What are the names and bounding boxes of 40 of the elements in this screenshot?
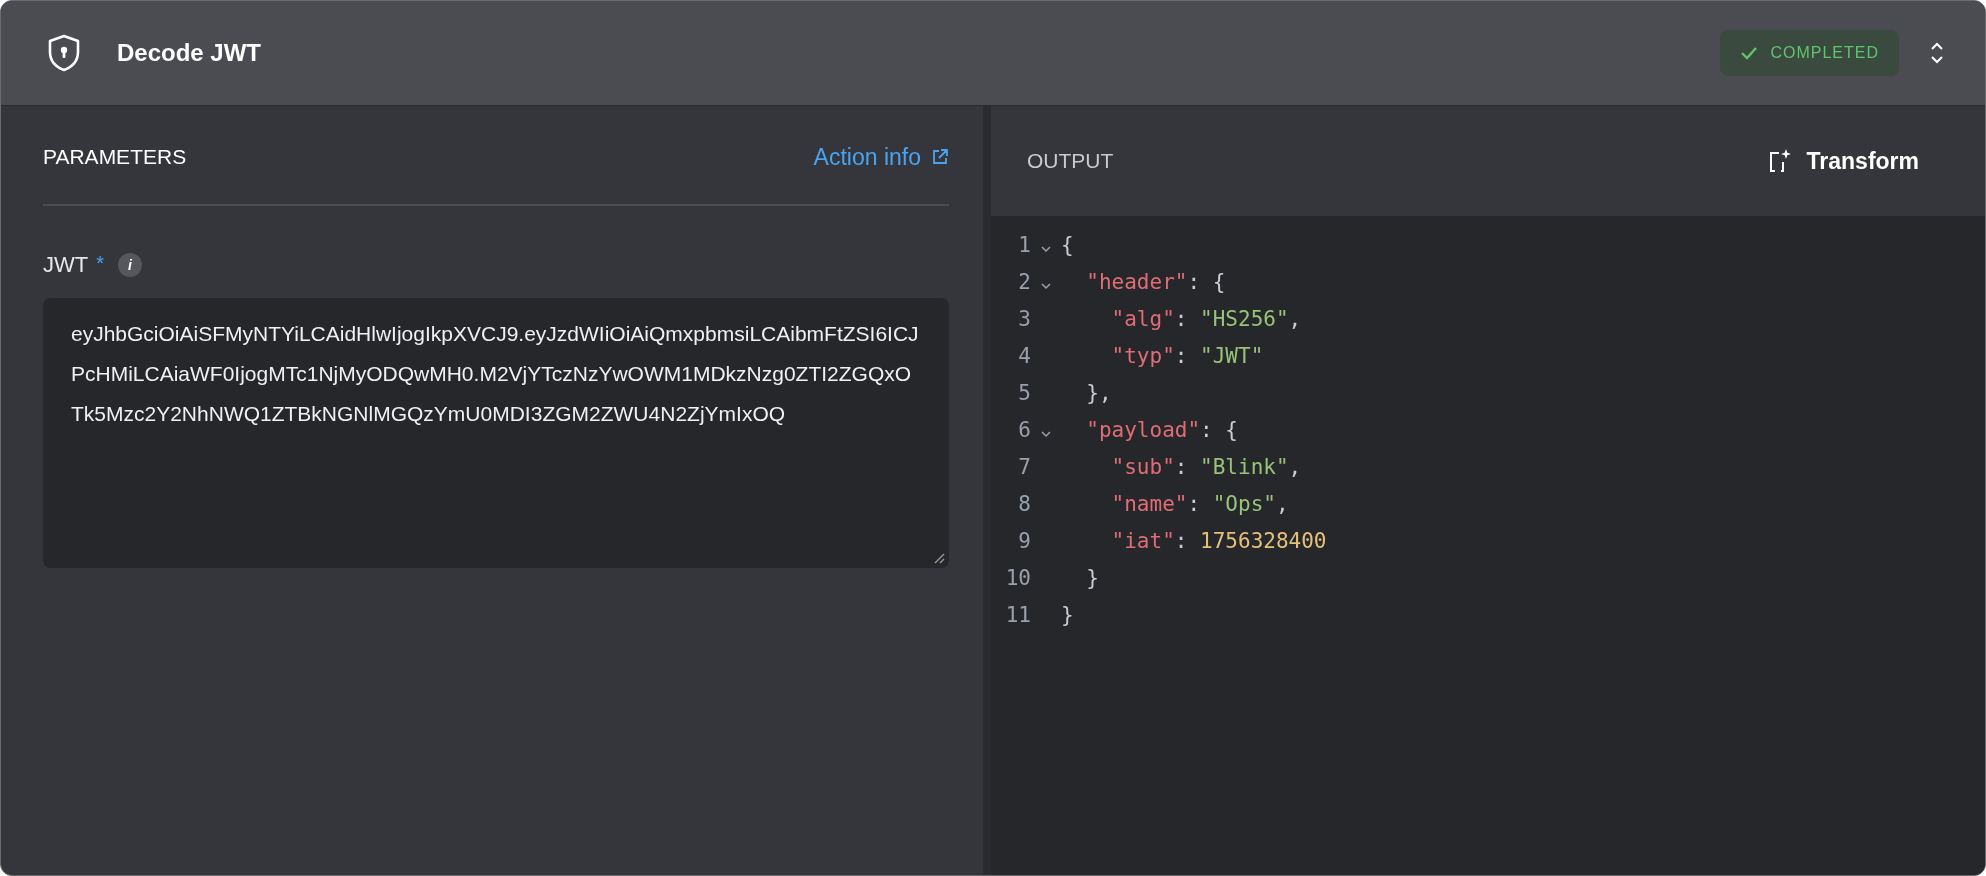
section-title: OUTPUT — [1027, 149, 1114, 173]
fold-caret-icon[interactable] — [1040, 281, 1052, 290]
fold-caret-icon[interactable] — [1040, 429, 1052, 438]
code-line: "typ": "JWT" — [1111, 343, 1265, 368]
line-number: 7 — [1017, 454, 1031, 479]
code-line: "name": "Ops", — [1111, 491, 1290, 516]
info-icon[interactable]: i — [118, 253, 142, 277]
resize-handle-icon[interactable] — [933, 552, 945, 564]
line-number: 6 — [1017, 417, 1031, 442]
expand-collapse-icon[interactable] — [1929, 40, 1945, 66]
code-line: "header": { — [1086, 269, 1227, 294]
action-title: Decode JWT — [117, 39, 262, 67]
field-label: JWT — [43, 252, 89, 278]
check-icon — [1740, 46, 1759, 60]
line-number: 1 — [1017, 232, 1031, 257]
section-title: PARAMETERS — [43, 145, 187, 169]
line-number: 8 — [1017, 491, 1031, 516]
code-line: } — [1086, 565, 1100, 590]
code-line: "iat": 1756328400 — [1111, 528, 1328, 553]
line-number: 9 — [1017, 528, 1031, 553]
jwt-input-field[interactable]: eyJhbGciOiAiSFMyNTYiLCAidHlwIjogIkpXVCJ9.eyJzdWIiOiAiQmxpbmsiLCAibmFtZSI6ICJPcHMiLCAiaWF0IjogMTc1NjMyODQwMH0.M2VjYTczNzYwOWM1MDkzNzg0ZTI2ZGQxOTk5Mzc2Y2NhNWQ1ZTBkNGNlMGQzYmU0MDI3ZGM2ZWU4N2ZjYmIxOQ — [43, 298, 949, 568]
fold-caret-icon[interactable] — [1040, 244, 1052, 253]
code-line: "payload": { — [1086, 417, 1239, 442]
line-number: 11 — [1004, 602, 1031, 627]
line-number: 5 — [1017, 380, 1031, 405]
transform-button[interactable]: Transform — [1760, 146, 1925, 176]
line-number: 3 — [1017, 306, 1031, 331]
action-info-link[interactable]: Action info — [813, 143, 949, 171]
code-line: "alg": "HS256", — [1111, 306, 1303, 331]
code-line: { — [1061, 232, 1075, 257]
external-link-icon — [931, 148, 949, 166]
line-number: 10 — [1004, 565, 1031, 590]
status-label: COMPLETED — [1770, 44, 1879, 62]
line-number: 2 — [1017, 269, 1031, 294]
code-line: } — [1061, 602, 1075, 627]
required-mark: * — [96, 252, 104, 275]
code-line: }, — [1086, 380, 1113, 405]
line-number: 4 — [1017, 343, 1031, 368]
code-line: "sub": "Blink", — [1111, 454, 1303, 479]
shield-lock-icon — [47, 34, 81, 72]
